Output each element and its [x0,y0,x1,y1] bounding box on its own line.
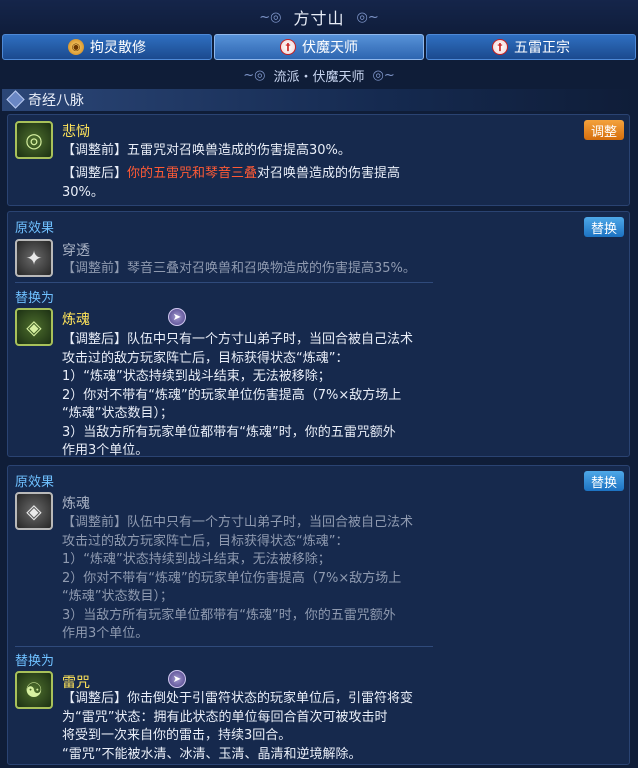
divider [15,282,433,283]
text-line: 1）“炼魂”状态持续到战斗结束，无法被移除； [62,369,331,384]
text-line: 攻击过的敌方玩家阵亡后，目标获得状态“炼魂”： [62,350,349,366]
navigate-arrow-icon[interactable]: ➤ [168,670,186,688]
lianhun-skill-icon[interactable]: ◈ [15,308,53,346]
chuantou-skill-icon[interactable]: ✦ [15,239,53,277]
text-line: “炼魂”状态数目）； [62,406,173,421]
school-tabs: ◉ 拘灵散修 † 伏魔天师 † 五雷正宗 [2,34,636,60]
text-line: 为“雷咒”状态：拥有此状态的单位每回合首次可被攻击时 [62,709,388,725]
window-header: ~◎ 方寸山 ◎~ [0,0,638,34]
navigate-arrow-icon[interactable]: ➤ [168,308,186,326]
fangcun-emblem-icon: † [280,39,296,55]
tab-fumotianshi[interactable]: † 伏魔天师 [214,34,424,60]
text-line: 【调整后】你击倒处于引雷符状态的玩家单位后，引雷符将变 [62,691,414,706]
original-text: 【调整前】琴音三叠对召唤兽和召唤物造成的伤害提高35%。 [62,261,416,276]
skill-name: 悲恸 [62,124,90,140]
new-text: 【调整后】你击倒处于引雷符状态的玩家单位后，引雷符将变 为“雷咒”状态：拥有此状… [62,690,447,764]
tab-julingsanxiu[interactable]: ◉ 拘灵散修 [2,34,212,60]
section-header: 奇经八脉 [2,89,636,111]
after-prefix: 【调整后】 [62,166,128,181]
skill-card-beitong: ◎ 悲恸 调整 【调整前】五雷咒对召唤兽造成的伤害提高30%。 【调整后】你的五… [7,114,630,206]
text-line: 【调整后】队伍中只有一个方寸山弟子时，当回合被自己法术 [62,332,414,347]
skill-card-chuantou: 原效果 替换 ✦ 穿透 【调整前】琴音三叠对召唤兽和召唤物造成的伤害提高35%。… [7,211,630,458]
replace-badge: 替换 [584,217,624,237]
text-line: 3）当敌方所有玩家单位都带有“炼魂”时，你的五雷咒额外 [62,424,396,440]
text-line: 将受到一次来自你的雷击，持续3回合。 [62,728,292,743]
tab-wuleizhengzong[interactable]: † 五雷正宗 [426,34,636,60]
skill-card-lianhun: 原效果 替换 ◈ 炼魂 【调整前】队伍中只有一个方寸山弟子时，当回合被自己法术 … [7,465,630,765]
text-line: 作用3个单位。 [62,443,149,458]
new-skill-name: 雷咒 [62,675,90,691]
tab-label: 拘灵散修 [90,40,146,56]
divider [15,646,433,647]
text-line: “雷咒”不能被水清、冰清、玉清、晶清和逆境解除。 [62,746,362,762]
after-rest: 对召唤兽造成的伤害提高 [257,166,401,181]
text-line: 2）你对不带有“炼魂”的玩家单位伤害提高（7%×敌方场上 [62,570,402,586]
replace-with-label: 替换为 [15,291,55,306]
after-highlight: 你的五雷咒和琴音三叠 [127,166,258,181]
original-skill-name: 炼魂 [62,496,90,512]
replace-badge: 替换 [584,471,624,491]
original-effect-label: 原效果 [15,475,55,490]
diamond-icon [6,90,25,109]
text-line: 【调整前】队伍中只有一个方寸山弟子时，当回合被自己法术 [62,515,414,530]
swirl-ornament-icon: ◎~ [356,9,379,25]
after-rest-2: 30%。 [62,184,104,200]
school-line: 流派・伏魔天师 [273,69,365,85]
original-effect-label: 原效果 [15,221,55,236]
original-skill-name: 穿透 [62,243,90,259]
fangcun-emblem-icon: † [492,39,508,55]
swirl-ornament-icon: ~◎ [243,67,266,83]
lianhun-original-skill-icon[interactable]: ◈ [15,492,53,530]
tab-label: 伏魔天师 [302,40,358,56]
text-line: 1）“炼魂”状态持续到战斗结束，无法被移除； [62,552,331,567]
tab-label: 五雷正宗 [514,40,570,56]
new-skill-name: 炼魂 [62,312,90,328]
text-line: 作用3个单位。 [62,626,149,641]
leizhou-skill-icon[interactable]: ☯ [15,671,53,709]
before-text: 【调整前】五雷咒对召唤兽造成的伤害提高30%。 [62,143,351,158]
after-text: 【调整后】你的五雷咒和琴音三叠对召唤兽造成的伤害提高 30%。 [62,165,400,202]
school-subtitle: ~◎ 流派・伏魔天师 ◎~ [0,64,638,86]
beitong-skill-icon[interactable]: ◎ [15,121,53,159]
text-line: “炼魂”状态数目）； [62,589,173,604]
text-line: 2）你对不带有“炼魂”的玩家单位伤害提高（7%×敌方场上 [62,387,402,403]
swirl-ornament-icon: ~◎ [259,9,282,25]
text-line: 攻击过的敌方玩家阵亡后，目标获得状态“炼魂”： [62,533,349,549]
replace-with-label: 替换为 [15,654,55,669]
section-title: 奇经八脉 [28,93,84,109]
swirl-ornament-icon: ◎~ [372,67,395,83]
new-text: 【调整后】队伍中只有一个方寸山弟子时，当回合被自己法术 攻击过的敌方玩家阵亡后，… [62,331,442,461]
adjust-badge: 调整 [584,120,624,140]
coin-icon: ◉ [68,39,84,55]
text-line: 3）当敌方所有玩家单位都带有“炼魂”时，你的五雷咒额外 [62,607,396,623]
page-title: 方寸山 [293,9,345,28]
original-text: 【调整前】队伍中只有一个方寸山弟子时，当回合被自己法术 攻击过的敌方玩家阵亡后，… [62,514,442,644]
